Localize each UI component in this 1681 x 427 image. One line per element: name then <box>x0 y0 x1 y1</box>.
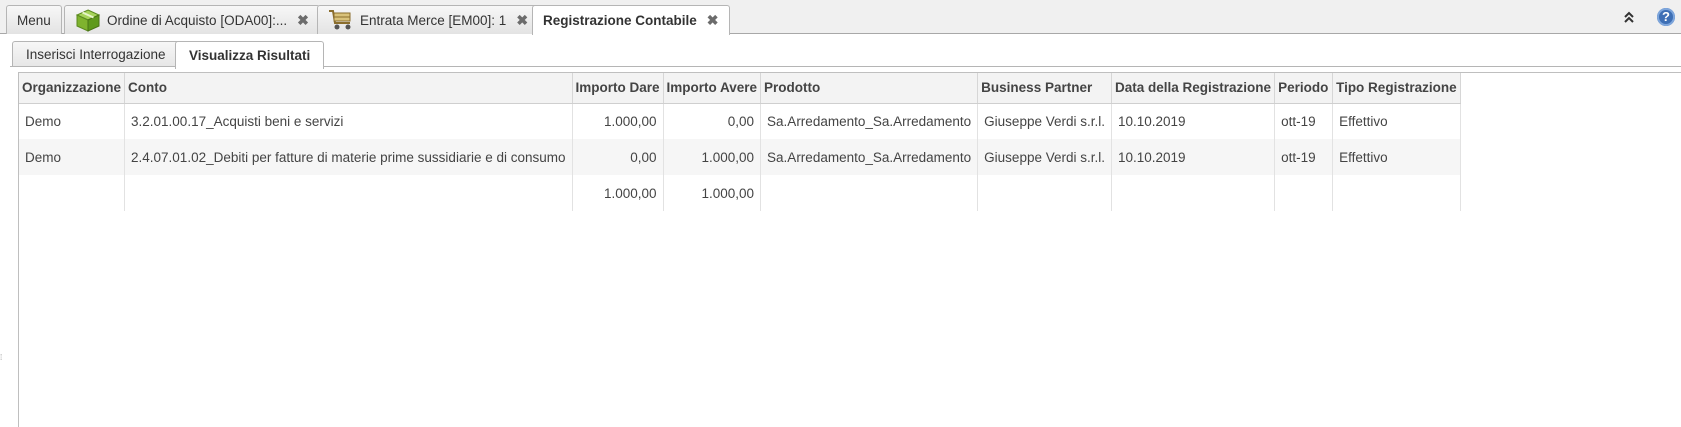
tab-menu[interactable]: Menu <box>6 5 62 34</box>
cell-organization: Demo <box>19 103 126 139</box>
subtab-label: Visualizza Risultati <box>189 48 311 63</box>
tab-label: Registrazione Contabile <box>543 13 697 28</box>
cell-period: ott-19 <box>1274 103 1334 139</box>
empty-cell <box>1274 175 1334 211</box>
empty-cell <box>760 175 979 211</box>
close-icon[interactable]: ✖ <box>297 12 309 29</box>
totals-row: 1.000,00 1.000,00 <box>19 175 1461 211</box>
chevron-double-up-icon[interactable] <box>1622 10 1636 24</box>
cell-account: 2.4.07.01.02_Debiti per fatture di mater… <box>124 139 573 175</box>
empty-cell <box>977 175 1112 211</box>
column-header[interactable]: Data della Registrazione <box>1111 73 1276 104</box>
empty-cell <box>124 175 573 211</box>
column-header[interactable]: Tipo Registrazione <box>1332 73 1461 104</box>
cell-account: 3.2.01.00.17_Acquisti beni e servizi <box>124 103 573 139</box>
empty-cell <box>1111 175 1276 211</box>
cart-icon <box>328 8 354 32</box>
results-table: Organizzazione Conto Importo Dare Import… <box>19 73 1461 211</box>
cell-debit: 0,00 <box>572 139 664 175</box>
resize-handle[interactable]: ⁞ <box>0 354 3 375</box>
tab-goods-receipt[interactable]: Entrata Merce [EM00]: 1 ✖ <box>317 5 540 34</box>
cell-type: Effettivo <box>1332 139 1461 175</box>
results-grid: Organizzazione Conto Importo Dare Import… <box>18 72 1681 427</box>
column-header[interactable]: Importo Avere <box>663 73 762 104</box>
package-icon <box>75 8 101 32</box>
help-icon[interactable]: ? <box>1657 8 1675 26</box>
cell-type: Effettivo <box>1332 103 1461 139</box>
table-row[interactable]: Demo 3.2.01.00.17_Acquisti beni e serviz… <box>19 103 1461 139</box>
cell-product: Sa.Arredamento_Sa.Arredamento <box>760 139 979 175</box>
tab-accounting-entry[interactable]: Registrazione Contabile ✖ <box>532 5 730 35</box>
tab-label: Ordine di Acquisto [ODA00]:... <box>107 12 288 28</box>
table-header-row: Organizzazione Conto Importo Dare Import… <box>19 73 1461 104</box>
subtab-results[interactable]: Visualizza Risultati <box>175 41 325 69</box>
cell-date: 10.10.2019 <box>1111 103 1276 139</box>
cell-period: ott-19 <box>1274 139 1334 175</box>
close-icon[interactable]: ✖ <box>516 12 528 29</box>
subtab-label: Inserisci Interrogazione <box>26 47 166 62</box>
column-header[interactable]: Importo Dare <box>572 73 664 104</box>
empty-cell <box>19 175 126 211</box>
total-debit: 1.000,00 <box>572 175 664 211</box>
tab-purchase-order[interactable]: Ordine di Acquisto [ODA00]:... ✖ <box>64 5 320 34</box>
table-row[interactable]: Demo 2.4.07.01.02_Debiti per fatture di … <box>19 139 1461 175</box>
column-header[interactable]: Prodotto <box>760 73 979 104</box>
tab-label: Entrata Merce [EM00]: 1 <box>360 12 507 28</box>
column-header[interactable]: Organizzazione <box>19 73 126 104</box>
column-header[interactable]: Periodo <box>1274 73 1334 104</box>
cell-business-partner: Giuseppe Verdi s.r.l. <box>977 139 1112 175</box>
cell-date: 10.10.2019 <box>1111 139 1276 175</box>
empty-cell <box>1332 175 1461 211</box>
column-header[interactable]: Conto <box>124 73 573 104</box>
cell-business-partner: Giuseppe Verdi s.r.l. <box>977 103 1112 139</box>
column-header[interactable]: Business Partner <box>977 73 1112 104</box>
window-tab-bar: Menu Ordine di Acquisto [ODA00]:... ✖ En… <box>0 0 1681 35</box>
cell-organization: Demo <box>19 139 126 175</box>
total-credit: 1.000,00 <box>663 175 762 211</box>
subtab-query[interactable]: Inserisci Interrogazione <box>12 41 180 67</box>
cell-product: Sa.Arredamento_Sa.Arredamento <box>760 103 979 139</box>
close-icon[interactable]: ✖ <box>707 12 719 29</box>
cell-debit: 1.000,00 <box>572 103 664 139</box>
tab-label: Menu <box>17 12 51 28</box>
cell-credit: 0,00 <box>663 103 762 139</box>
cell-credit: 1.000,00 <box>663 139 762 175</box>
